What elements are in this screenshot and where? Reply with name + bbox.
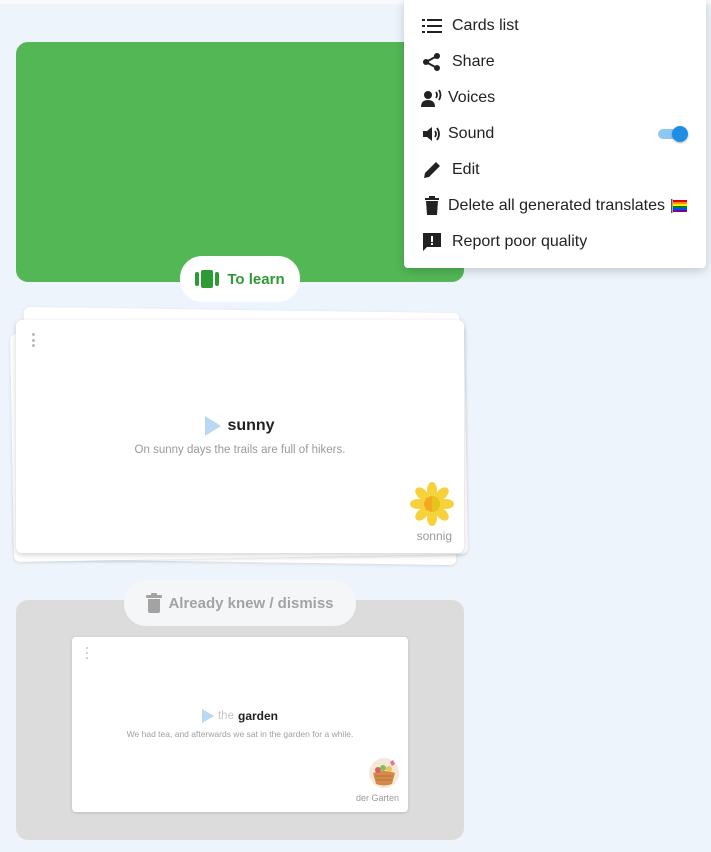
flash-card[interactable]: sunny On sunny days the trails are full … (16, 320, 464, 553)
card-article: the (217, 710, 234, 722)
speaker-icon (420, 122, 444, 146)
trash-icon (420, 194, 444, 218)
menu-item-delete-translates[interactable]: Delete all generated translates (404, 188, 706, 224)
list-icon (420, 14, 444, 38)
menu-item-label: Sound (448, 125, 495, 142)
card-translation: sonnig (416, 529, 452, 543)
rainbow-flag-icon (671, 199, 688, 213)
sun-flower-icon (410, 482, 454, 526)
dismissed-card[interactable]: the garden We had tea, and afterwards we… (72, 637, 408, 812)
share-icon (420, 50, 444, 74)
voice-icon (420, 86, 444, 110)
menu-item-label: Edit (452, 161, 480, 178)
card-menu-icon[interactable] (85, 647, 89, 659)
menu-item-label: Share (452, 53, 495, 70)
dismiss-label: Already knew / dismiss (124, 580, 356, 626)
card-options-menu: Cards list Share Voices Sound Edit Delet… (404, 0, 706, 268)
to-learn-drop-zone[interactable] (16, 42, 464, 282)
to-learn-text: To learn (227, 270, 285, 288)
menu-item-label: Cards list (452, 17, 519, 34)
menu-item-edit[interactable]: Edit (404, 152, 706, 188)
menu-item-share[interactable]: Share (404, 44, 706, 80)
to-learn-label: To learn (180, 256, 300, 302)
sound-toggle[interactable] (656, 126, 688, 142)
menu-item-label: Voices (448, 89, 496, 106)
cards-stack-icon (195, 270, 220, 288)
menu-item-report-quality[interactable]: Report poor quality (404, 224, 706, 260)
menu-item-cards-list[interactable]: Cards list (404, 8, 706, 44)
pencil-icon (420, 158, 444, 182)
card-translation: der Garten (355, 793, 399, 803)
card-word: garden (237, 709, 278, 723)
card-example-sentence: We had tea, and afterwards we sat in the… (126, 729, 354, 739)
card-menu-icon[interactable] (30, 332, 36, 348)
card-example-sentence: On sunny days the trails are full of hik… (134, 444, 346, 456)
card-word: sunny (227, 417, 275, 434)
menu-item-voices[interactable]: Voices (404, 80, 706, 116)
menu-item-sound[interactable]: Sound (404, 116, 706, 152)
play-audio-icon[interactable] (201, 709, 214, 723)
trash-icon (146, 593, 163, 613)
dismiss-text: Already knew / dismiss (168, 594, 334, 612)
menu-item-label: Report poor quality (452, 233, 588, 250)
report-icon (420, 230, 444, 254)
garden-basket-icon (369, 758, 399, 788)
play-audio-icon[interactable] (205, 416, 222, 436)
menu-item-label: Delete all generated translates (448, 197, 666, 214)
